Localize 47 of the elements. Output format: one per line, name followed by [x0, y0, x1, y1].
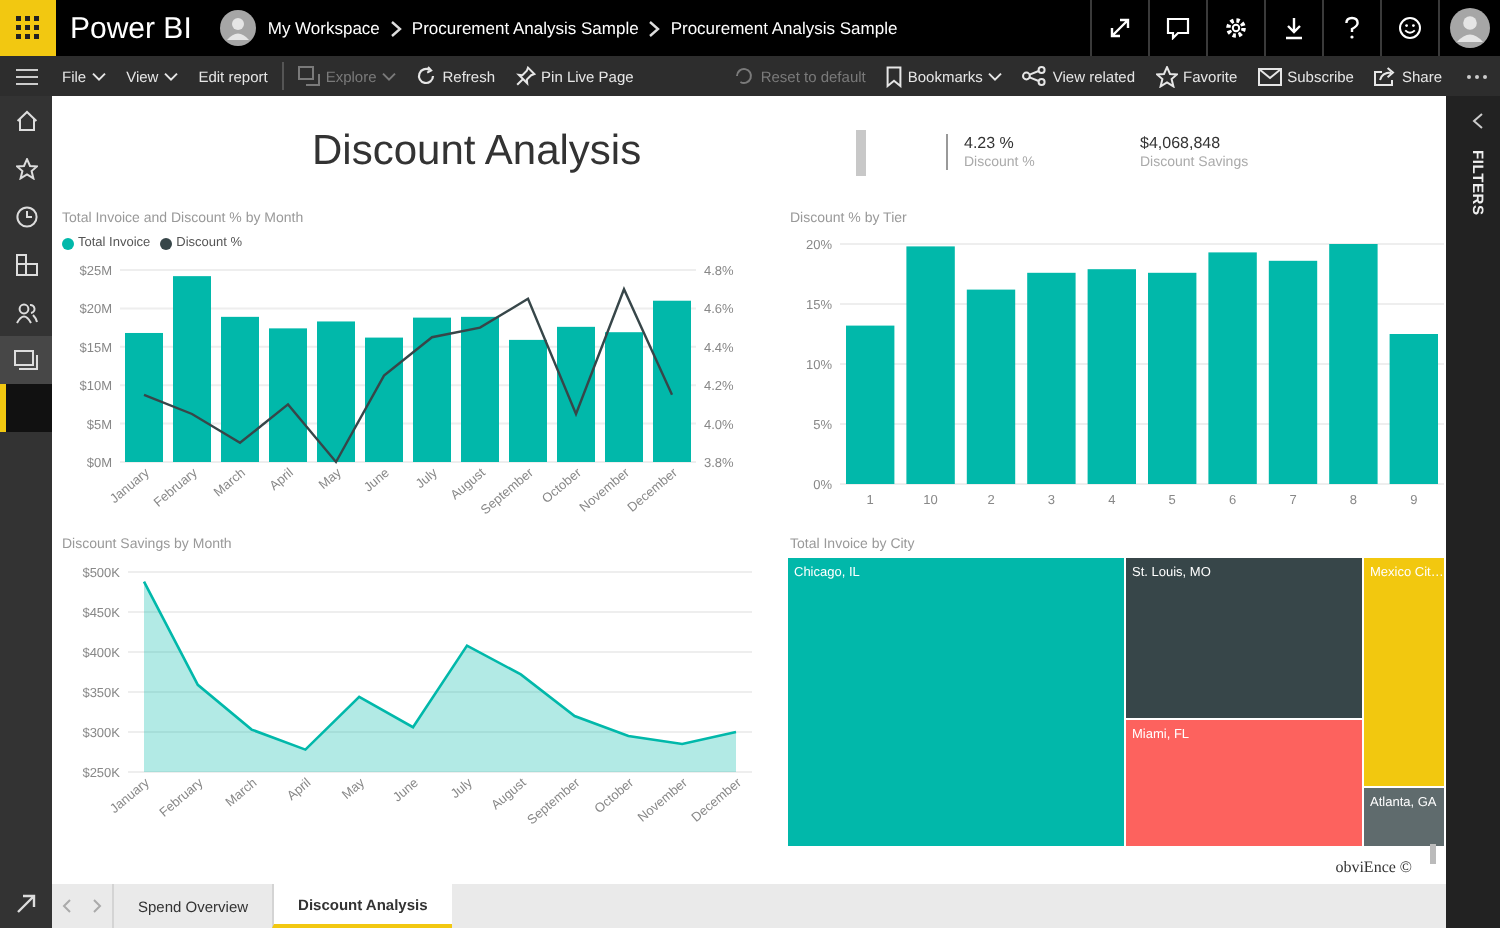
- scrollbar-thumb[interactable]: [1430, 844, 1436, 864]
- chevron-left-icon[interactable]: [1472, 112, 1484, 130]
- download-icon: [1282, 16, 1306, 40]
- chevron-down-icon: [988, 71, 1003, 81]
- chevron-right-icon: [648, 19, 661, 37]
- card-background: [856, 129, 866, 175]
- star-icon: [15, 157, 37, 179]
- arrow-icon: [16, 894, 36, 914]
- waffle-icon: [16, 16, 40, 40]
- kpi-value: 4.23 %: [964, 134, 1016, 152]
- apps-icon: [15, 253, 37, 275]
- menu-icon: [15, 67, 37, 85]
- share-nodes-icon: [1022, 66, 1047, 86]
- report-title: Discount Analysis: [312, 128, 644, 176]
- breadcrumb-link[interactable]: Procurement Analysis Sample: [670, 18, 898, 38]
- comment-icon: [1166, 16, 1190, 40]
- pin-icon: [515, 66, 536, 86]
- more-icon: [1465, 73, 1487, 79]
- reset-icon: [734, 66, 755, 86]
- app-launcher-button[interactable]: [0, 0, 56, 56]
- people-icon: [15, 301, 37, 323]
- settings-icon: [1224, 16, 1248, 40]
- star-icon: [1155, 65, 1178, 87]
- refresh-icon: [416, 66, 437, 86]
- smiley-icon: [1398, 16, 1422, 40]
- explore-icon: [297, 66, 320, 86]
- home-icon: [15, 109, 37, 131]
- avatar-icon: [1450, 8, 1490, 48]
- nav-button[interactable]: [0, 336, 52, 384]
- bookmark-icon: [885, 65, 902, 87]
- workspace-icon: [14, 350, 38, 370]
- clock-icon: [15, 205, 37, 227]
- credit-text: obviEnce ©: [1335, 858, 1412, 876]
- mail-icon: [1257, 67, 1282, 85]
- app-name: Power BI: [70, 11, 192, 45]
- chevron-down-icon: [382, 71, 397, 81]
- nav-item[interactable]: [0, 384, 52, 432]
- help-icon: [1344, 16, 1360, 40]
- avatar-icon[interactable]: [219, 10, 256, 46]
- chevron-down-icon: [92, 71, 107, 81]
- kpi-value: $4,068,848: [1140, 134, 1223, 152]
- expand-icon: [1108, 16, 1132, 40]
- breadcrumb-link[interactable]: Procurement Analysis Sample: [411, 18, 639, 38]
- chevron-down-icon: [164, 71, 179, 81]
- share-icon: [1373, 66, 1396, 86]
- breadcrumb-link[interactable]: My Workspace: [267, 18, 380, 38]
- chevron-right-icon: [389, 19, 402, 37]
